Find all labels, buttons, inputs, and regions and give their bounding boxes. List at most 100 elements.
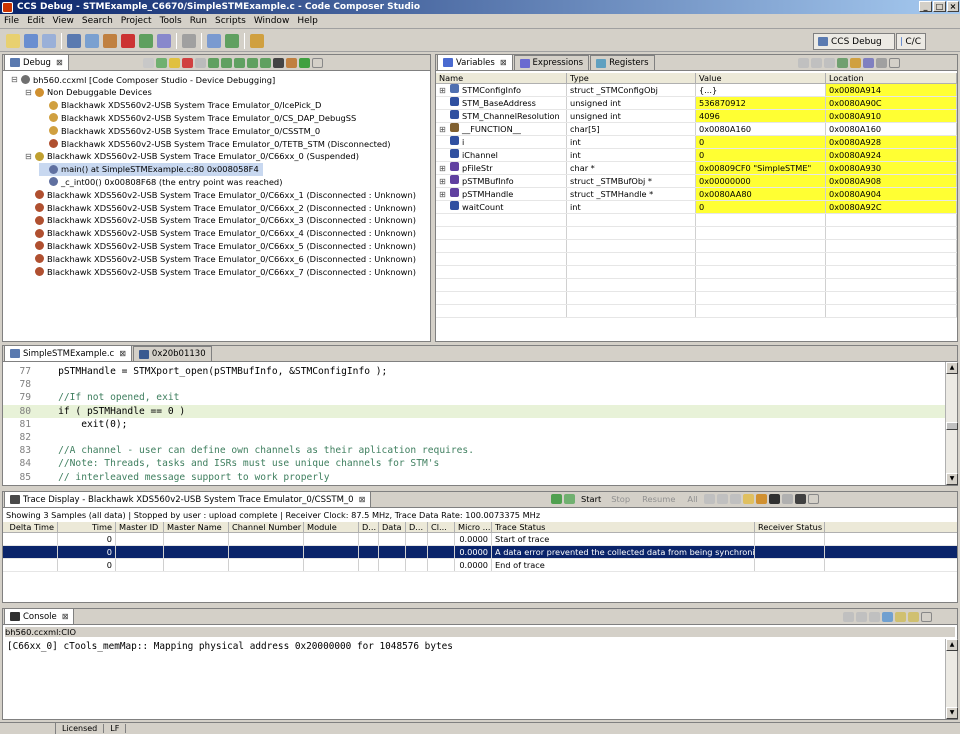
code-line[interactable]: 79 //If not opened, exit (3, 391, 945, 404)
trace-col-header[interactable]: Micro ... (455, 522, 492, 532)
export-icon[interactable] (729, 494, 741, 504)
debug-tree-item[interactable]: Blackhawk XDS560v2-USB System Trace Emul… (39, 137, 391, 150)
code-line[interactable]: 84 //Note: Threads, tasks and ISRs must … (3, 457, 945, 470)
expand-icon[interactable]: ⊞ (439, 162, 450, 174)
expand-icon[interactable]: ⊟ (25, 88, 35, 97)
debug-tree-item[interactable]: main() at SimpleSTMExample.c:80 0x008058… (39, 162, 263, 176)
scroll-lock-icon[interactable] (856, 612, 867, 622)
close-button[interactable]: × (947, 1, 959, 12)
link-icon[interactable] (755, 494, 767, 504)
trace-row[interactable]: 0 0.0000 End of trace (3, 559, 957, 572)
tab-simplestmexample[interactable]: SimpleSTMExample.c ⊠ (4, 345, 132, 361)
variable-value[interactable]: 4096 (696, 110, 826, 122)
load-program-icon[interactable] (103, 33, 117, 48)
trace-row[interactable]: 0 0.0000 Start of trace (3, 533, 957, 546)
debug-tree-item[interactable]: ⊟ bh560.ccxml [Code Composer Studio - Dev… (11, 73, 275, 86)
add-icon[interactable] (564, 494, 575, 504)
menu-file[interactable]: File (0, 16, 23, 26)
menu-search[interactable]: Search (78, 16, 117, 26)
debug-tree-item[interactable]: _c_int00() 0x00808F68 (the entry point w… (39, 175, 282, 188)
trace-col-header[interactable]: Master ID (116, 522, 164, 532)
search-tool-icon[interactable] (250, 33, 264, 48)
remove-icon[interactable] (811, 58, 822, 68)
scroll-thumb[interactable] (946, 422, 958, 430)
expand-icon[interactable]: ⊞ (439, 123, 450, 135)
variable-row[interactable]: waitCount int 0 0x0080A92C (436, 201, 957, 214)
tab-debug[interactable]: Debug ⊠ (4, 54, 69, 70)
variable-value[interactable]: 0x00809CF0 "SimpleSTME" (696, 162, 826, 174)
perspective-cc[interactable]: C/C (896, 33, 926, 50)
resume-icon[interactable] (143, 58, 154, 68)
open-console-icon[interactable] (908, 612, 919, 622)
word-wrap-icon[interactable] (869, 612, 880, 622)
expand-icon[interactable]: ⊞ (439, 188, 450, 200)
code-line[interactable]: 77 pSTMHandle = STMXport_open(pSTMBufInf… (3, 365, 945, 378)
start-button[interactable]: Start (581, 494, 601, 504)
scroll-up-icon[interactable]: ▲ (946, 639, 958, 651)
expand-icon[interactable]: ⊞ (439, 175, 450, 187)
tab-disassembly[interactable]: 0x20b01130 (132, 346, 212, 361)
col-location[interactable]: Location (826, 73, 957, 83)
code-line[interactable]: 81 exit(0); (3, 418, 945, 431)
minimize-button[interactable]: _ (919, 1, 932, 12)
terminate-icon[interactable] (182, 58, 193, 68)
breakpoint-icon[interactable] (121, 33, 135, 48)
code-line[interactable]: 78 (3, 378, 945, 391)
variable-row[interactable]: ⊞ __FUNCTION__ char[5] 0x0080A160 0x0080A160 (436, 123, 957, 136)
debug-tree-item[interactable]: Blackhawk XDS560v2-USB System Trace Emul… (25, 188, 416, 201)
trace-col-header[interactable]: D... (406, 522, 428, 532)
minimize-view-icon[interactable] (807, 494, 819, 504)
tab-trace-display[interactable]: Trace Display - Blackhawk XDS560v2-USB S… (4, 491, 372, 507)
maximize-button[interactable]: □ (933, 1, 946, 12)
trace-col-header[interactable]: D... (359, 522, 379, 532)
binoculars-icon[interactable] (768, 494, 780, 504)
step-into-icon[interactable] (208, 58, 219, 68)
menu-scripts[interactable]: Scripts (211, 16, 250, 26)
debug-tree-item[interactable]: Blackhawk XDS560v2-USB System Trace Emul… (25, 239, 416, 252)
variable-row[interactable]: iChannel int 0 0x0080A924 (436, 149, 957, 162)
console-scrollbar[interactable]: ▲ ▼ (945, 639, 958, 719)
code-line[interactable]: 82 (3, 431, 945, 444)
code-line[interactable]: 83 //A channel - user can define own cha… (3, 444, 945, 457)
close-icon[interactable]: ⊠ (56, 58, 63, 67)
scroll-down-icon[interactable]: ▼ (946, 473, 958, 485)
minimize-view-icon[interactable] (921, 612, 932, 622)
menu-tools[interactable]: Tools (156, 16, 186, 26)
variable-value[interactable]: {...} (696, 84, 826, 96)
expand-icon[interactable]: ⊟ (25, 152, 35, 161)
trace-row[interactable]: 0 0.0000 A data error prevented the collec… (3, 546, 957, 559)
clear-console-icon[interactable] (843, 612, 854, 622)
variable-value[interactable]: 0 (696, 201, 826, 213)
close-icon[interactable]: ⊠ (500, 58, 507, 67)
variable-value[interactable]: 0x0080AA80 (696, 188, 826, 200)
resume-button[interactable]: Resume (642, 494, 675, 504)
col-value[interactable]: Value (696, 73, 826, 83)
tab-variables[interactable]: Variables ⊠ (437, 54, 513, 70)
scroll-down-icon[interactable]: ▼ (946, 707, 958, 719)
debug-tree-item[interactable]: Blackhawk XDS560v2-USB System Trace Emul… (39, 124, 320, 137)
trace-col-header[interactable]: Receiver Status (755, 522, 825, 532)
pin-icon[interactable] (794, 494, 806, 504)
group-icon[interactable] (716, 494, 728, 504)
menu-edit[interactable]: Edit (23, 16, 48, 26)
assembly-step-over-icon[interactable] (260, 58, 271, 68)
menu-project[interactable]: Project (117, 16, 156, 26)
collapse-all-icon[interactable] (863, 58, 874, 68)
restart-icon[interactable] (157, 33, 171, 48)
variable-row[interactable]: i int 0 0x0080A928 (436, 136, 957, 149)
connect-icon[interactable] (139, 33, 153, 48)
menu-run[interactable]: Run (186, 16, 211, 26)
settings-icon[interactable] (781, 494, 793, 504)
trace-col-header[interactable]: Time (58, 522, 116, 532)
debug-tree-item[interactable]: Blackhawk XDS560v2-USB System Trace Emul… (39, 99, 321, 112)
debug-config-icon[interactable] (67, 33, 81, 48)
filter-icon[interactable] (551, 494, 562, 504)
debug-tree-item[interactable]: Blackhawk XDS560v2-USB System Trace Emul… (25, 214, 416, 227)
graph-icon[interactable] (207, 33, 221, 48)
disconnect-icon[interactable] (195, 58, 206, 68)
debug-tree-item[interactable]: ⊟ Blackhawk XDS560v2-USB System Trace Emu… (25, 150, 359, 163)
close-icon[interactable]: ⊠ (119, 349, 126, 358)
expand-icon[interactable]: ⊟ (11, 75, 21, 84)
display-console-icon[interactable] (895, 612, 906, 622)
expand-icon[interactable]: ⊞ (439, 84, 450, 96)
